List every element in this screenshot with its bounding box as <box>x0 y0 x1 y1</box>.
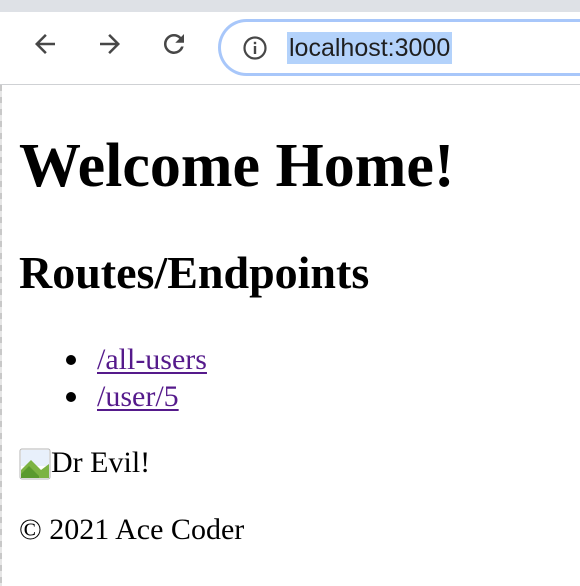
info-icon <box>243 36 267 60</box>
forward-button[interactable] <box>92 26 128 62</box>
user-5-link[interactable]: /user/5 <box>97 380 179 413</box>
tab-strip <box>0 0 580 12</box>
all-users-link[interactable]: /all-users <box>97 343 207 376</box>
list-item: /user/5 <box>19 378 207 415</box>
bullet-icon <box>66 355 76 365</box>
reload-icon <box>163 33 184 54</box>
site-info-button[interactable] <box>241 34 269 62</box>
browser-window: localhost:3000 Welcome Home! Routes/Endp… <box>0 0 580 586</box>
routes-list: /all-users /user/5 <box>19 341 207 415</box>
address-bar[interactable]: localhost:3000 <box>218 19 580 76</box>
back-button[interactable] <box>27 26 63 62</box>
image-alt-text: Dr Evil! <box>51 446 151 479</box>
browser-toolbar: localhost:3000 <box>0 12 580 85</box>
broken-image: Dr Evil! <box>19 444 150 480</box>
routes-heading: Routes/Endpoints <box>19 247 370 298</box>
reload-button[interactable] <box>156 26 192 62</box>
arrow-right-icon <box>100 34 120 54</box>
list-item: /all-users <box>19 341 207 378</box>
arrow-left-icon <box>35 34 55 54</box>
page-content: Welcome Home! Routes/Endpoints /all-user… <box>0 86 580 586</box>
broken-image-icon <box>19 448 51 480</box>
page-title: Welcome Home! <box>19 132 455 200</box>
footer-text: © 2021 Ace Coder <box>19 513 245 546</box>
bullet-icon <box>66 392 76 402</box>
url-text[interactable]: localhost:3000 <box>287 32 453 64</box>
